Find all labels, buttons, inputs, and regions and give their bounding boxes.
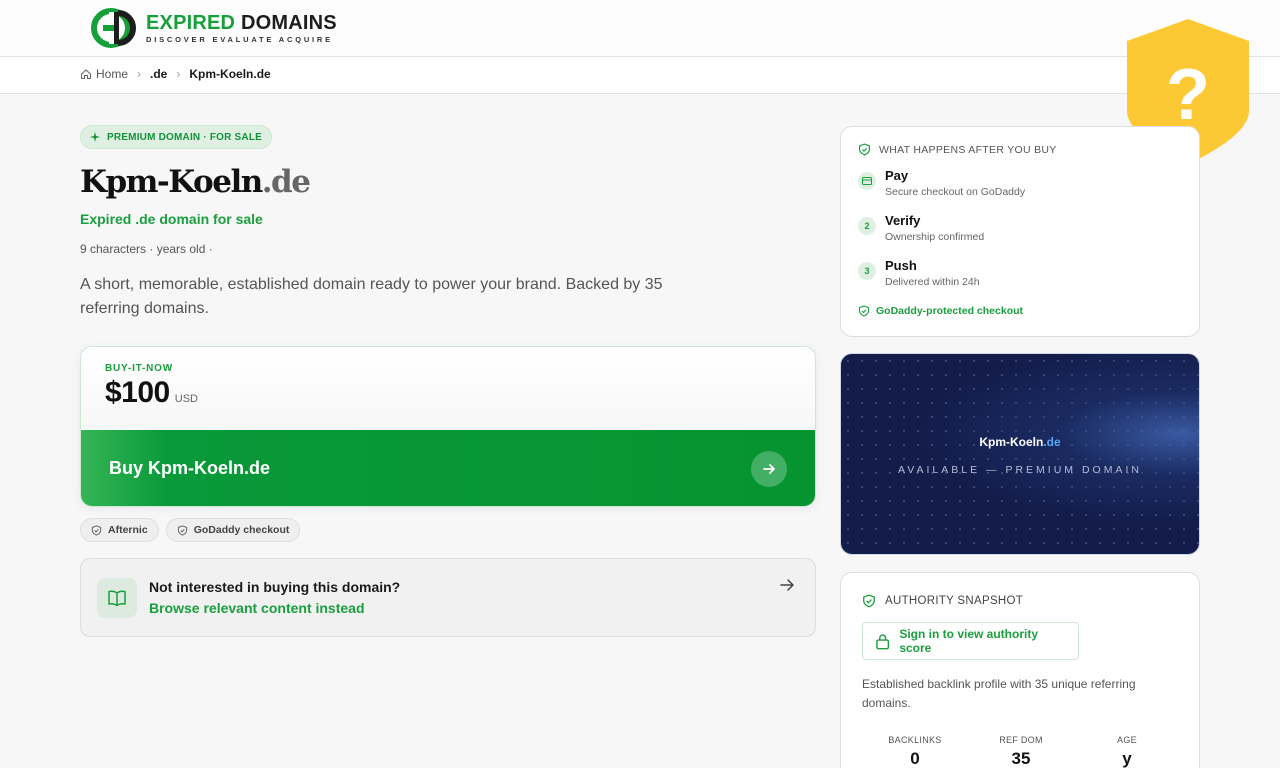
domain-tld: .de (261, 164, 311, 200)
ed-monogram-icon (91, 8, 136, 48)
signin-authority-label: Sign in to view authority score (899, 627, 1039, 655)
browse-content-card[interactable]: Not interested in buying this domain? Br… (80, 558, 816, 637)
shield-check-icon (177, 524, 187, 536)
marketplace-chips: Afternic GoDaddy checkout (80, 518, 307, 542)
stat-age-label: AGE (1117, 735, 1137, 745)
price-value: $100 (105, 376, 170, 409)
buy-button[interactable]: Buy Kpm-Koeln.de (81, 430, 815, 506)
step-push: 3 Push Delivered within 24h (858, 258, 980, 288)
protected-checkout-note: GoDaddy-protected checkout (858, 305, 1023, 317)
logo-tagline: DISCOVER EVALUATE ACQUIRE (146, 34, 333, 44)
buy-it-now-label: BUY-IT-NOW (105, 363, 173, 374)
breadcrumb-tld[interactable]: .de (150, 67, 167, 81)
sparkle-icon (90, 132, 100, 142)
chip-godaddy-label: GoDaddy checkout (193, 524, 290, 536)
domain-meta: 9 characters · years old · (80, 242, 213, 256)
domain-name: Kpm-Koeln (80, 164, 263, 200)
shield-check-icon (858, 305, 870, 317)
site-logo[interactable]: EXPIRED DOMAINS DISCOVER EVALUATE ACQUIR… (88, 8, 337, 48)
step-verify-desc: Ownership confirmed (885, 231, 985, 243)
premium-tag: PREMIUM DOMAIN · FOR SALE (80, 125, 272, 149)
logo-text: EXPIRED DOMAINS DISCOVER EVALUATE ACQUIR… (146, 12, 337, 45)
authority-description: Established backlink profile with 35 uni… (862, 677, 1136, 710)
shield-check-icon (863, 594, 875, 608)
authority-stats: BACKLINKS 0 REF DOM 35 AGE y (862, 735, 1180, 768)
stat-backlinks-label: BACKLINKS (888, 735, 942, 745)
breadcrumb: Home › .de › Kpm-Koeln.de (80, 67, 271, 81)
price-section: BUY-IT-NOW $100 USD (81, 347, 815, 430)
breadcrumb-bar: Home › .de › Kpm-Koeln.de (0, 57, 1280, 94)
step-pay: Pay Secure checkout on GoDaddy (858, 168, 1025, 198)
chevron-right-icon: › (176, 67, 181, 81)
buy-card: BUY-IT-NOW $100 USD Buy Kpm-Koeln.de (80, 346, 816, 507)
after-purchase-card: WHAT HAPPENS AFTER YOU BUY Pay Secure ch… (840, 126, 1200, 337)
preview-domain: Kpm-Koeln.de (841, 435, 1199, 449)
authority-card: AUTHORITY SNAPSHOT Sign in to view autho… (840, 572, 1200, 768)
stat-ref-domains-value: 35 (1011, 749, 1031, 768)
domain-title: Kpm-Koeln.de (80, 164, 311, 200)
domain-preview-card: Kpm-Koeln.de AVAILABLE — PREMIUM DOMAIN (840, 353, 1200, 555)
stat-age-value: y (1122, 749, 1132, 768)
logo-word-domains: DOMAINS (240, 11, 337, 34)
stat-ref-domains: REF DOM 35 (968, 735, 1074, 768)
after-purchase-title: WHAT HAPPENS AFTER YOU BUY (879, 143, 1057, 156)
buy-button-label: Buy Kpm-Koeln.de (109, 458, 271, 478)
domain-subtitle: Expired .de domain for sale (80, 211, 263, 227)
protected-checkout-label: GoDaddy-protected checkout (876, 305, 1024, 317)
step-verify-number: 2 (858, 217, 876, 235)
preview-domain-tld: .de (1043, 435, 1061, 449)
badge-question-mark: ? (1166, 55, 1210, 135)
browse-question: Not interested in buying this domain? (149, 579, 401, 595)
book-icon (97, 577, 137, 618)
preview-domain-name: Kpm-Koeln (979, 435, 1044, 449)
step-push-desc: Delivered within 24h (885, 276, 980, 288)
signin-authority-button[interactable]: Sign in to view authority score (862, 622, 1079, 660)
arrow-right-icon (751, 450, 787, 487)
browse-link[interactable]: Browse relevant content instead (149, 600, 400, 616)
authority-title: AUTHORITY SNAPSHOT (885, 595, 1024, 607)
shield-check-icon (859, 143, 870, 156)
chip-afternic: Afternic (80, 518, 159, 542)
chip-godaddy: GoDaddy checkout (165, 518, 301, 542)
stat-backlinks: BACKLINKS 0 (862, 735, 968, 768)
breadcrumb-home[interactable]: Home (96, 67, 128, 81)
after-purchase-heading: WHAT HAPPENS AFTER YOU BUY (858, 143, 1057, 156)
top-bar: EXPIRED DOMAINS DISCOVER EVALUATE ACQUIR… (0, 0, 1280, 57)
chip-afternic-label: Afternic (108, 524, 148, 536)
step-verify-title: Verify (885, 213, 921, 228)
home-icon (80, 69, 92, 80)
breadcrumb-current: Kpm-Koeln.de (189, 67, 271, 81)
stat-age: AGE y (1074, 735, 1180, 768)
step-pay-desc: Secure checkout on GoDaddy (885, 186, 1026, 198)
step-push-number: 3 (858, 262, 876, 280)
step-pay-title: Pay (885, 168, 909, 183)
domain-description: A short, memorable, established domain r… (80, 276, 663, 317)
chevron-right-icon: › (137, 67, 142, 81)
lock-icon (876, 633, 890, 649)
preview-subtitle: AVAILABLE — PREMIUM DOMAIN (898, 464, 1142, 476)
logo-word-expired: EXPIRED (146, 11, 236, 34)
authority-heading: AUTHORITY SNAPSHOT (862, 594, 1023, 608)
step-verify: 2 Verify Ownership confirmed (858, 213, 984, 243)
step-push-title: Push (885, 258, 917, 273)
stat-backlinks-value: 0 (910, 749, 920, 768)
shield-check-icon (91, 524, 102, 536)
card-icon (858, 172, 876, 190)
arrow-right-icon (780, 579, 794, 591)
price-currency: USD (174, 393, 198, 405)
stat-ref-domains-label: REF DOM (999, 735, 1043, 745)
premium-tag-label: PREMIUM DOMAIN · FOR SALE (107, 131, 262, 143)
